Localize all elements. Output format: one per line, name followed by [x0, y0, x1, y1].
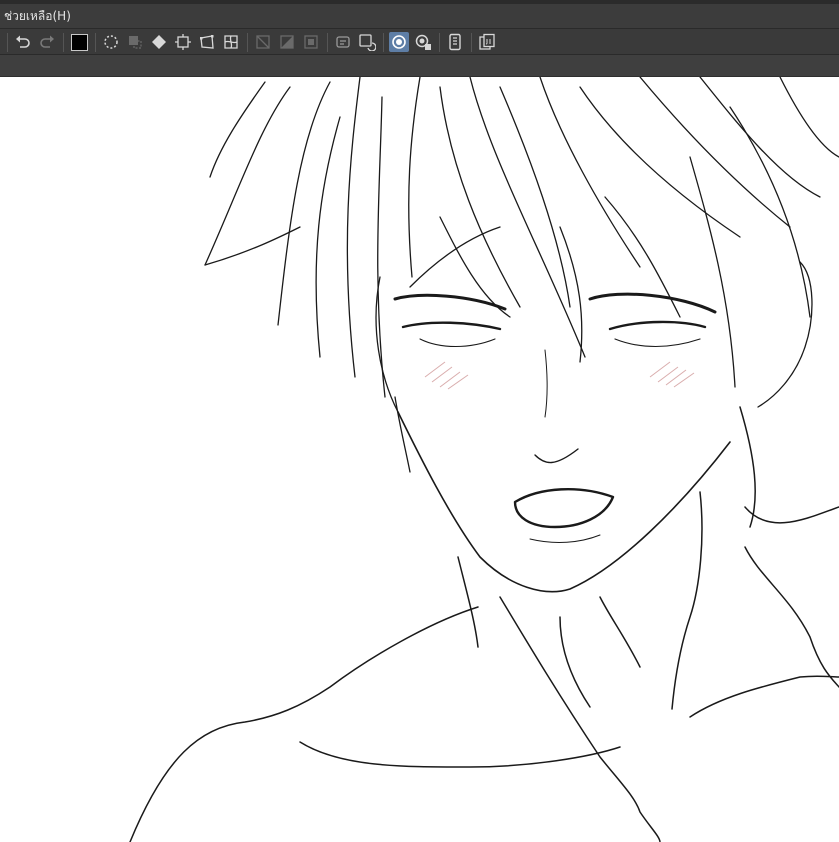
free-transform-icon[interactable] [197, 32, 217, 52]
hair-strokes [204, 77, 839, 473]
toolbar-separator [247, 33, 248, 52]
new-layer-icon[interactable] [333, 32, 353, 52]
redo-icon[interactable] [37, 32, 57, 52]
tool-property-bar [0, 55, 839, 77]
toolbar-separator [383, 33, 384, 52]
toolbar-separator [471, 33, 472, 52]
deselect-icon[interactable] [125, 32, 145, 52]
toolbar-separator [95, 33, 96, 52]
drawing-canvas[interactable] [0, 77, 839, 842]
lineart-drawing [129, 77, 839, 842]
smartphone-connect-icon[interactable] [445, 32, 465, 52]
paint-app-window: ช่วยเหลือ(H) [0, 0, 839, 842]
scale-rotate-icon[interactable] [173, 32, 193, 52]
mesh-transform-icon[interactable] [221, 32, 241, 52]
crop-icon[interactable] [301, 32, 321, 52]
toolbar-separator [7, 33, 8, 52]
select-all-icon[interactable] [101, 32, 121, 52]
face-strokes [393, 292, 731, 593]
main-color-swatch[interactable] [69, 32, 89, 52]
toolbar-separator [327, 33, 328, 52]
toolbar-separator [439, 33, 440, 52]
blush-strokes [424, 361, 695, 390]
menu-bar: ช่วยเหลือ(H) [0, 4, 839, 28]
menu-help[interactable]: ช่วยเหลือ(H) [4, 4, 71, 28]
fill-icon[interactable] [149, 32, 169, 52]
toolbar-separator [63, 33, 64, 52]
clear-selection-icon[interactable] [253, 32, 273, 52]
neck-shoulder-strokes [129, 406, 839, 842]
undo-icon[interactable] [13, 32, 33, 52]
command-bar [0, 28, 839, 55]
fill-selection-icon[interactable] [277, 32, 297, 52]
export-jpeg-icon[interactable] [477, 32, 497, 52]
snap-to-ruler-icon[interactable] [389, 32, 409, 52]
snap-to-special-ruler-icon[interactable] [413, 32, 433, 52]
rotate-canvas-icon[interactable] [357, 32, 377, 52]
